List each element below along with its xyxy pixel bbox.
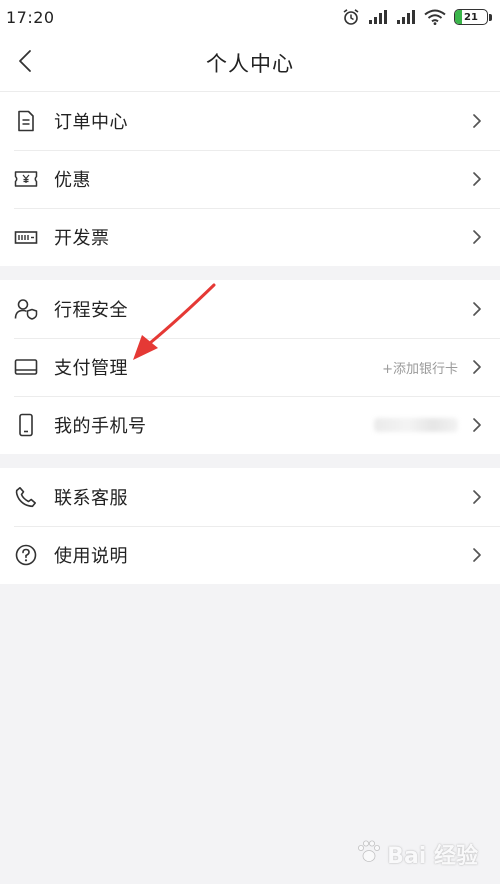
card-icon [14,355,38,379]
menu-item-label: 优惠 [54,170,91,191]
menu-group-account: 行程安全 支付管理 +添加银行卡 我的手机号 [0,280,500,454]
back-button[interactable] [8,46,42,80]
phone-number-blurred [374,418,458,432]
menu-item-label: 我的手机号 [54,416,147,437]
wifi-icon [424,9,446,25]
battery-cap [489,13,492,21]
battery-icon: 21 [454,9,492,25]
chevron-right-icon [472,489,484,505]
chevron-right-icon [472,301,484,317]
screen: 17:20 21 个人中心 订单中心 优惠 开发票 行程安全 支付管理 +添加银… [0,0,500,884]
chevron-right-icon [472,359,484,375]
signal-icon [368,9,388,25]
menu-item-label: 订单中心 [54,112,128,133]
chevron-right-icon [472,113,484,129]
menu-item-label: 开发票 [54,228,110,249]
chevron-right-icon [472,417,484,433]
safety-icon [14,297,38,321]
battery-body: 21 [454,9,488,25]
phone-icon [14,413,38,437]
status-bar: 17:20 21 [0,0,500,34]
battery-fill [455,10,462,24]
header: 个人中心 [0,34,500,92]
coupon-icon [14,167,38,191]
menu-item-label: 使用说明 [54,546,128,567]
menu-item-label: 行程安全 [54,300,128,321]
add-bank-card-link[interactable]: +添加银行卡 [382,358,458,377]
invoice-icon [14,225,38,249]
battery-level: 21 [464,11,478,23]
menu-item-coupons[interactable]: 优惠 [0,150,500,208]
status-time: 17:20 [6,7,55,27]
menu-item-label: 联系客服 [54,488,128,509]
menu-group-orders: 订单中心 优惠 开发票 [0,92,500,266]
page-title: 个人中心 [206,51,294,76]
chevron-right-icon [472,547,484,563]
menu-item-customer-service[interactable]: 联系客服 [0,468,500,526]
status-icons: 21 [342,8,492,26]
menu-item-label: 支付管理 [54,358,128,379]
help-icon [14,543,38,567]
alarm-icon [342,8,360,26]
menu-item-my-phone[interactable]: 我的手机号 [0,396,500,454]
watermark-text: Bai 经验 [387,844,478,869]
menu-item-order-center[interactable]: 订单中心 [0,92,500,150]
chevron-left-icon [18,49,32,77]
menu-item-instructions[interactable]: 使用说明 [0,526,500,584]
chevron-right-icon [472,229,484,245]
menu-item-invoice[interactable]: 开发票 [0,208,500,266]
menu-item-trip-safety[interactable]: 行程安全 [0,280,500,338]
telephone-icon [14,485,38,509]
menu-item-payment-management[interactable]: 支付管理 +添加银行卡 [0,338,500,396]
paw-icon [355,839,383,869]
menu-group-help: 联系客服 使用说明 [0,468,500,584]
signal-icon [396,9,416,25]
chevron-right-icon [472,171,484,187]
document-icon [14,109,38,133]
watermark: Bai 经验 [355,838,478,870]
